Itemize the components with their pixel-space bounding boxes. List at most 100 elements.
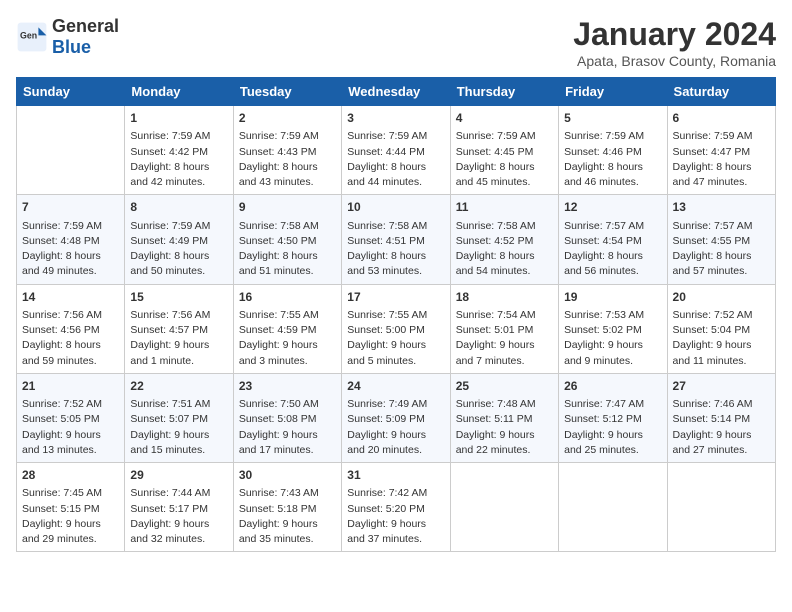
day-number: 9 — [239, 199, 336, 216]
day-info: Sunrise: 7:59 AM Sunset: 4:42 PM Dayligh… — [130, 129, 227, 190]
col-friday: Friday — [559, 78, 667, 106]
day-info: Sunrise: 7:58 AM Sunset: 4:52 PM Dayligh… — [456, 219, 553, 280]
day-info: Sunrise: 7:59 AM Sunset: 4:47 PM Dayligh… — [673, 129, 770, 190]
day-info: Sunrise: 7:58 AM Sunset: 4:51 PM Dayligh… — [347, 219, 444, 280]
day-info: Sunrise: 7:59 AM Sunset: 4:44 PM Dayligh… — [347, 129, 444, 190]
calendar-cell — [450, 463, 558, 552]
calendar-cell: 11 Sunrise: 7:58 AM Sunset: 4:52 PM Dayli… — [450, 195, 558, 284]
calendar-cell: 18Sunrise: 7:54 AM Sunset: 5:01 PM Dayli… — [450, 284, 558, 373]
calendar-cell: 30Sunrise: 7:43 AM Sunset: 5:18 PM Dayli… — [233, 463, 341, 552]
calendar-cell: 27 Sunrise: 7:46 AM Sunset: 5:14 PM Dayli… — [667, 373, 775, 462]
calendar-cell — [667, 463, 775, 552]
day-info: Sunrise: 7:53 AM Sunset: 5:02 PM Dayligh… — [564, 308, 661, 369]
col-saturday: Saturday — [667, 78, 775, 106]
day-info: Sunrise: 7:55 AM Sunset: 5:00 PM Dayligh… — [347, 308, 444, 369]
day-number: 3 — [347, 110, 444, 127]
day-info: Sunrise: 7:55 AM Sunset: 4:59 PM Dayligh… — [239, 308, 336, 369]
location-subtitle: Apata, Brasov County, Romania — [573, 53, 776, 69]
logo-icon: Gen — [16, 21, 48, 53]
calendar-cell: 8 Sunrise: 7:59 AM Sunset: 4:49 PM Daylig… — [125, 195, 233, 284]
calendar-cell — [559, 463, 667, 552]
calendar-cell: 15Sunrise: 7:56 AM Sunset: 4:57 PM Dayli… — [125, 284, 233, 373]
day-info: Sunrise: 7:46 AM Sunset: 5:14 PM Dayligh… — [673, 397, 770, 458]
day-info: Sunrise: 7:59 AM Sunset: 4:43 PM Dayligh… — [239, 129, 336, 190]
day-info: Sunrise: 7:52 AM Sunset: 5:05 PM Dayligh… — [22, 397, 119, 458]
logo-blue-text: Blue — [52, 37, 91, 57]
calendar-cell: 29 Sunrise: 7:44 AM Sunset: 5:17 PM Dayli… — [125, 463, 233, 552]
day-number: 19 — [564, 289, 661, 306]
calendar-cell: 24 Sunrise: 7:49 AM Sunset: 5:09 PM Dayli… — [342, 373, 450, 462]
calendar-cell: 28Sunrise: 7:45 AM Sunset: 5:15 PM Dayli… — [17, 463, 125, 552]
calendar-cell: 19 Sunrise: 7:53 AM Sunset: 5:02 PM Dayli… — [559, 284, 667, 373]
day-info: Sunrise: 7:49 AM Sunset: 5:09 PM Dayligh… — [347, 397, 444, 458]
logo-general-text: General — [52, 16, 119, 36]
calendar-cell: 6 Sunrise: 7:59 AM Sunset: 4:47 PM Daylig… — [667, 106, 775, 195]
day-number: 21 — [22, 378, 119, 395]
day-info: Sunrise: 7:58 AM Sunset: 4:50 PM Dayligh… — [239, 219, 336, 280]
day-number: 30 — [239, 467, 336, 484]
col-wednesday: Wednesday — [342, 78, 450, 106]
page-header: Gen General Blue January 2024 Apata, Bra… — [16, 16, 776, 69]
day-info: Sunrise: 7:52 AM Sunset: 5:04 PM Dayligh… — [673, 308, 770, 369]
calendar-cell: 14 Sunrise: 7:56 AM Sunset: 4:56 PM Dayli… — [17, 284, 125, 373]
day-number: 16 — [239, 289, 336, 306]
day-info: Sunrise: 7:59 AM Sunset: 4:46 PM Dayligh… — [564, 129, 661, 190]
col-sunday: Sunday — [17, 78, 125, 106]
calendar-cell: 5 Sunrise: 7:59 AM Sunset: 4:46 PM Daylig… — [559, 106, 667, 195]
day-info: Sunrise: 7:44 AM Sunset: 5:17 PM Dayligh… — [130, 486, 227, 547]
calendar-cell: 7 Sunrise: 7:59 AM Sunset: 4:48 PM Daylig… — [17, 195, 125, 284]
day-number: 7 — [22, 199, 119, 216]
calendar-cell: 1 Sunrise: 7:59 AM Sunset: 4:42 PM Daylig… — [125, 106, 233, 195]
calendar-cell: 16 Sunrise: 7:55 AM Sunset: 4:59 PM Dayli… — [233, 284, 341, 373]
calendar-cell — [17, 106, 125, 195]
day-number: 6 — [673, 110, 770, 127]
day-info: Sunrise: 7:59 AM Sunset: 4:49 PM Dayligh… — [130, 219, 227, 280]
day-info: Sunrise: 7:59 AM Sunset: 4:48 PM Dayligh… — [22, 219, 119, 280]
calendar-cell: 10 Sunrise: 7:58 AM Sunset: 4:51 PM Dayli… — [342, 195, 450, 284]
calendar-week-1: 1 Sunrise: 7:59 AM Sunset: 4:42 PM Daylig… — [17, 106, 776, 195]
calendar-week-3: 14 Sunrise: 7:56 AM Sunset: 4:56 PM Dayli… — [17, 284, 776, 373]
day-number: 4 — [456, 110, 553, 127]
calendar-header-row: Sunday Monday Tuesday Wednesday Thursday… — [17, 78, 776, 106]
day-info: Sunrise: 7:48 AM Sunset: 5:11 PM Dayligh… — [456, 397, 553, 458]
day-info: Sunrise: 7:50 AM Sunset: 5:08 PM Dayligh… — [239, 397, 336, 458]
day-number: 1 — [130, 110, 227, 127]
calendar-cell: 4Sunrise: 7:59 AM Sunset: 4:45 PM Daylig… — [450, 106, 558, 195]
day-number: 2 — [239, 110, 336, 127]
day-number: 8 — [130, 199, 227, 216]
day-number: 14 — [22, 289, 119, 306]
day-number: 5 — [564, 110, 661, 127]
col-monday: Monday — [125, 78, 233, 106]
calendar-cell: 20 Sunrise: 7:52 AM Sunset: 5:04 PM Dayli… — [667, 284, 775, 373]
calendar-cell: 9 Sunrise: 7:58 AM Sunset: 4:50 PM Daylig… — [233, 195, 341, 284]
title-block: January 2024 Apata, Brasov County, Roman… — [573, 16, 776, 69]
day-number: 18 — [456, 289, 553, 306]
day-info: Sunrise: 7:42 AM Sunset: 5:20 PM Dayligh… — [347, 486, 444, 547]
day-info: Sunrise: 7:56 AM Sunset: 4:56 PM Dayligh… — [22, 308, 119, 369]
day-number: 22 — [130, 378, 227, 395]
calendar-cell: 26Sunrise: 7:47 AM Sunset: 5:12 PM Dayli… — [559, 373, 667, 462]
col-tuesday: Tuesday — [233, 78, 341, 106]
day-number: 20 — [673, 289, 770, 306]
day-number: 26 — [564, 378, 661, 395]
day-number: 10 — [347, 199, 444, 216]
day-number: 23 — [239, 378, 336, 395]
day-number: 29 — [130, 467, 227, 484]
calendar-cell: 23 Sunrise: 7:50 AM Sunset: 5:08 PM Dayli… — [233, 373, 341, 462]
day-info: Sunrise: 7:57 AM Sunset: 4:55 PM Dayligh… — [673, 219, 770, 280]
calendar-cell: 25Sunrise: 7:48 AM Sunset: 5:11 PM Dayli… — [450, 373, 558, 462]
day-info: Sunrise: 7:57 AM Sunset: 4:54 PM Dayligh… — [564, 219, 661, 280]
day-number: 27 — [673, 378, 770, 395]
calendar-cell: 2 Sunrise: 7:59 AM Sunset: 4:43 PM Daylig… — [233, 106, 341, 195]
day-number: 24 — [347, 378, 444, 395]
svg-text:Gen: Gen — [20, 31, 37, 41]
calendar-cell: 3 Sunrise: 7:59 AM Sunset: 4:44 PM Daylig… — [342, 106, 450, 195]
day-number: 11 — [456, 199, 553, 216]
day-number: 28 — [22, 467, 119, 484]
calendar-table: Sunday Monday Tuesday Wednesday Thursday… — [16, 77, 776, 552]
day-info: Sunrise: 7:51 AM Sunset: 5:07 PM Dayligh… — [130, 397, 227, 458]
calendar-cell: 31Sunrise: 7:42 AM Sunset: 5:20 PM Dayli… — [342, 463, 450, 552]
calendar-cell: 22 Sunrise: 7:51 AM Sunset: 5:07 PM Dayli… — [125, 373, 233, 462]
calendar-cell: 13Sunrise: 7:57 AM Sunset: 4:55 PM Dayli… — [667, 195, 775, 284]
logo: Gen General Blue — [16, 16, 119, 58]
